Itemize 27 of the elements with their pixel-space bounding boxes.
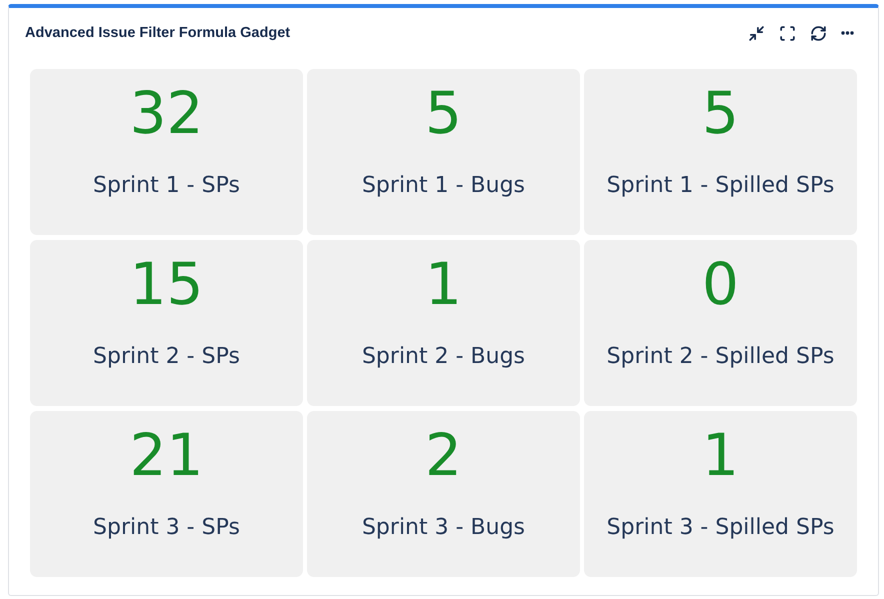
metric-label: Sprint 3 - Spilled SPs [606, 515, 834, 540]
fullscreen-icon [779, 24, 796, 42]
metric-label: Sprint 2 - Bugs [362, 344, 526, 369]
metric-label: Sprint 3 - Bugs [362, 515, 526, 540]
metric-value: 5 [425, 79, 462, 147]
minimize-button[interactable] [748, 24, 765, 42]
metric-value: 5 [702, 79, 739, 147]
metric-value: 2 [425, 421, 462, 489]
refresh-button[interactable] [810, 24, 827, 42]
refresh-icon [810, 24, 827, 42]
gadget-title: Advanced Issue Filter Formula Gadget [25, 25, 290, 41]
metric-value: 1 [702, 421, 739, 489]
metric-label: Sprint 1 - Spilled SPs [606, 173, 834, 198]
metric-value: 21 [130, 421, 204, 489]
fullscreen-button[interactable] [779, 24, 796, 42]
metric-label: Sprint 3 - SPs [93, 515, 240, 540]
metric-value: 32 [130, 79, 204, 147]
minimize-icon [748, 24, 765, 42]
metric-label: Sprint 2 - SPs [93, 344, 240, 369]
metric-value: 1 [425, 250, 462, 318]
metric-label: Sprint 1 - SPs [93, 173, 240, 198]
metric-value: 15 [130, 250, 204, 318]
more-button[interactable] [841, 31, 854, 35]
more-icon [841, 31, 854, 35]
metric-label: Sprint 1 - Bugs [362, 173, 526, 198]
metric-label: Sprint 2 - Spilled SPs [606, 344, 834, 369]
metric-value: 0 [702, 250, 739, 318]
